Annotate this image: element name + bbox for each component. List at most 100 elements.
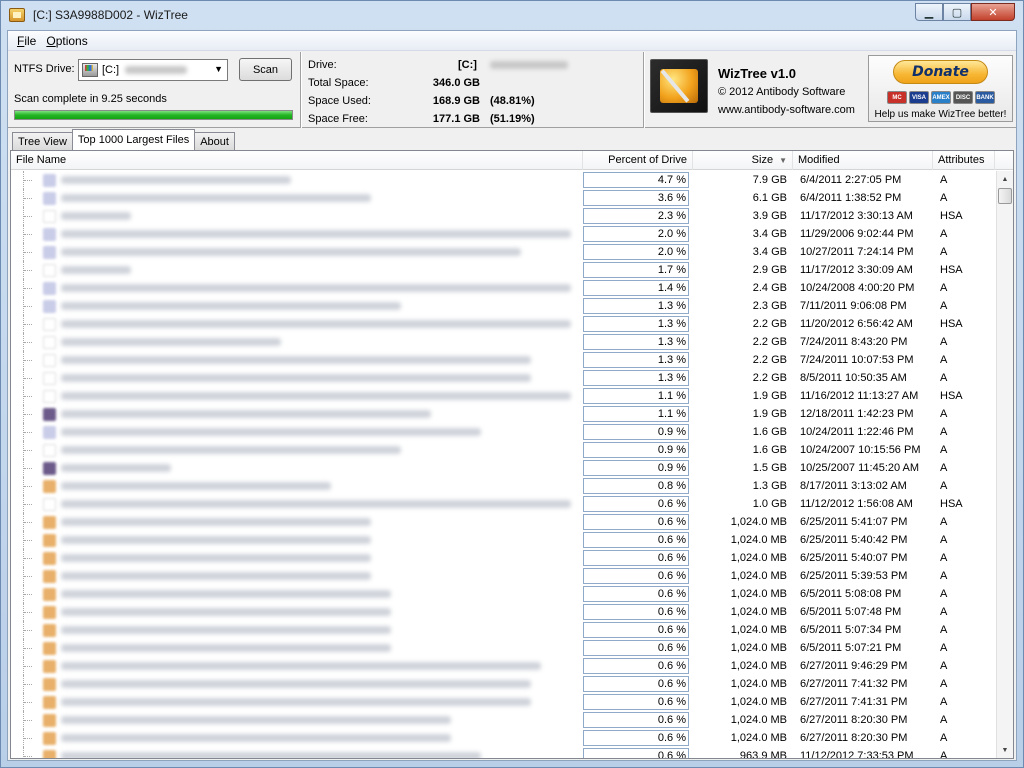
file-icon — [43, 408, 56, 421]
table-row[interactable]: 0.6 % 1,024.0 MB 6/27/2011 9:46:29 PM A — [11, 657, 995, 675]
tree-connector — [23, 261, 37, 279]
table-row[interactable]: 4.7 % 7.9 GB 6/4/2011 2:27:05 PM A — [11, 171, 995, 189]
tab-tree-view[interactable]: Tree View — [12, 132, 73, 150]
modified-cell: 6/25/2011 5:41:07 PM — [800, 516, 908, 528]
table-row[interactable]: 0.6 % 1,024.0 MB 6/25/2011 5:40:42 PM A — [11, 531, 995, 549]
table-row[interactable]: 1.1 % 1.9 GB 12/18/2011 1:42:23 PM A — [11, 405, 995, 423]
modified-cell: 11/12/2012 1:56:08 AM — [800, 498, 913, 510]
file-icon — [43, 660, 56, 673]
column-percent[interactable]: Percent of Drive — [583, 151, 693, 170]
menu-file[interactable]: File — [12, 34, 41, 48]
table-row[interactable]: 2.0 % 3.4 GB 11/29/2006 9:02:44 PM A — [11, 225, 995, 243]
percent-cell: 0.6 % — [657, 588, 686, 600]
file-icon — [43, 444, 56, 457]
tab-top-1000-largest-files[interactable]: Top 1000 Largest Files — [71, 129, 196, 150]
modified-cell: 11/16/2012 11:13:27 AM — [800, 390, 919, 402]
scroll-thumb[interactable] — [998, 188, 1012, 204]
size-cell: 2.2 GB — [752, 372, 787, 384]
table-row[interactable]: 0.6 % 1,024.0 MB 6/5/2011 5:07:48 PM A — [11, 603, 995, 621]
table-row[interactable]: 0.6 % 1.0 GB 11/12/2012 1:56:08 AM HSA — [11, 495, 995, 513]
minimize-button[interactable]: ▁ — [915, 3, 943, 21]
scroll-down-arrow-icon[interactable]: ▼ — [997, 742, 1013, 758]
redacted-file-path — [61, 446, 401, 454]
table-row[interactable]: 0.9 % 1.6 GB 10/24/2007 10:15:56 PM A — [11, 441, 995, 459]
size-cell: 2.4 GB — [752, 282, 787, 294]
column-attributes[interactable]: Attributes — [933, 151, 995, 170]
table-row[interactable]: 1.3 % 2.2 GB 11/20/2012 6:56:42 AM HSA — [11, 315, 995, 333]
table-row[interactable]: 1.1 % 1.9 GB 11/16/2012 11:13:27 AM HSA — [11, 387, 995, 405]
size-cell: 1.9 GB — [752, 408, 787, 420]
table-row[interactable]: 0.9 % 1.5 GB 10/25/2007 11:45:20 AM A — [11, 459, 995, 477]
table-row[interactable]: 0.6 % 1,024.0 MB 6/27/2011 8:20:30 PM A — [11, 711, 995, 729]
tree-connector — [23, 621, 37, 639]
attributes-cell: A — [940, 660, 948, 672]
table-row[interactable]: 3.6 % 6.1 GB 6/4/2011 1:38:52 PM A — [11, 189, 995, 207]
table-row[interactable]: 0.6 % 1,024.0 MB 6/5/2011 5:07:21 PM A — [11, 639, 995, 657]
file-name-cell — [21, 405, 581, 423]
file-icon — [43, 192, 56, 205]
attributes-cell: A — [940, 642, 948, 654]
table-row[interactable]: 0.6 % 963.9 MB 11/12/2012 7:33:53 PM A — [11, 747, 995, 758]
modified-cell: 6/5/2011 5:07:34 PM — [800, 624, 902, 636]
tree-connector — [23, 387, 37, 405]
divider — [643, 52, 645, 128]
table-row[interactable]: 0.6 % 1,024.0 MB 6/27/2011 7:41:32 PM A — [11, 675, 995, 693]
website-link[interactable]: www.antibody-software.com — [718, 104, 855, 116]
donate-button[interactable]: Donate — [893, 60, 988, 84]
app-icon[interactable] — [9, 8, 25, 22]
scroll-up-arrow-icon[interactable]: ▲ — [997, 171, 1013, 188]
table-row[interactable]: 0.6 % 1,024.0 MB 6/5/2011 5:07:34 PM A — [11, 621, 995, 639]
drive-select[interactable]: [C:] ▼ — [78, 59, 228, 81]
table-row[interactable]: 2.3 % 3.9 GB 11/17/2012 3:30:13 AM HSA — [11, 207, 995, 225]
table-row[interactable]: 1.4 % 2.4 GB 10/24/2008 4:00:20 PM A — [11, 279, 995, 297]
tree-connector — [23, 441, 37, 459]
table-row[interactable]: 0.6 % 1,024.0 MB 6/25/2011 5:40:07 PM A — [11, 549, 995, 567]
space-used-value: 168.9 GB — [432, 95, 480, 107]
tree-connector — [23, 189, 37, 207]
table-row[interactable]: 0.8 % 1.3 GB 8/17/2011 3:13:02 AM A — [11, 477, 995, 495]
table-row[interactable]: 1.3 % 2.2 GB 7/24/2011 8:43:20 PM A — [11, 333, 995, 351]
table-row[interactable]: 0.6 % 1,024.0 MB 6/25/2011 5:41:07 PM A — [11, 513, 995, 531]
column-size[interactable]: Size ▼ — [693, 151, 793, 170]
table-row[interactable]: 0.6 % 1,024.0 MB 6/27/2011 8:20:30 PM A — [11, 729, 995, 747]
table-row[interactable]: 1.3 % 2.3 GB 7/11/2011 9:06:08 PM A — [11, 297, 995, 315]
table-row[interactable]: 2.0 % 3.4 GB 10/27/2011 7:24:14 PM A — [11, 243, 995, 261]
redacted-file-path — [61, 680, 531, 688]
percent-cell: 0.6 % — [657, 552, 686, 564]
table-row[interactable]: 0.6 % 1,024.0 MB 6/5/2011 5:08:08 PM A — [11, 585, 995, 603]
table-row[interactable]: 1.3 % 2.2 GB 8/5/2011 10:50:35 AM A — [11, 369, 995, 387]
file-icon — [43, 390, 56, 403]
chevron-down-icon[interactable]: ▼ — [214, 64, 223, 74]
table-row[interactable]: 0.6 % 1,024.0 MB 6/27/2011 7:41:31 PM A — [11, 693, 995, 711]
size-cell: 1,024.0 MB — [730, 534, 787, 546]
redacted-file-path — [61, 590, 391, 598]
file-icon — [43, 372, 56, 385]
payment-card-icon: MC — [887, 91, 907, 104]
table-row[interactable]: 0.6 % 1,024.0 MB 6/25/2011 5:39:53 PM A — [11, 567, 995, 585]
tab-about[interactable]: About — [194, 132, 235, 150]
payment-card-icon: BANK — [975, 91, 995, 104]
attributes-cell: A — [940, 696, 948, 708]
file-name-cell — [21, 459, 581, 477]
title-bar[interactable]: [C:] S3A9988D002 - WizTree ▁ ▢ ✕ — [1, 1, 1023, 29]
maximize-button[interactable]: ▢ — [943, 3, 971, 21]
file-name-cell — [21, 621, 581, 639]
size-cell: 2.2 GB — [752, 336, 787, 348]
column-modified[interactable]: Modified — [793, 151, 933, 170]
column-file-name[interactable]: File Name — [11, 151, 583, 170]
wiztree-logo-icon — [650, 59, 708, 113]
scan-button[interactable]: Scan — [239, 58, 292, 81]
space-free-value: 177.1 GB — [432, 113, 480, 125]
file-list[interactable]: File Name Percent of Drive Size ▼ Modifie… — [10, 150, 1014, 759]
close-button[interactable]: ✕ — [971, 3, 1015, 21]
table-row[interactable]: 1.7 % 2.9 GB 11/17/2012 3:30:09 AM HSA — [11, 261, 995, 279]
vertical-scrollbar[interactable]: ▲ ▼ — [996, 171, 1013, 758]
redacted-file-path — [61, 644, 391, 652]
donate-panel[interactable]: Donate MC VISA AMEX DISC BANK Help us make W… — [868, 55, 1013, 122]
table-row[interactable]: 1.3 % 2.2 GB 7/24/2011 10:07:53 PM A — [11, 351, 995, 369]
table-row[interactable]: 0.9 % 1.6 GB 10/24/2011 1:22:46 PM A — [11, 423, 995, 441]
tree-connector — [23, 513, 37, 531]
total-space-label: Total Space: — [308, 77, 369, 89]
size-cell: 1,024.0 MB — [730, 606, 787, 618]
menu-options[interactable]: Options — [41, 34, 92, 48]
